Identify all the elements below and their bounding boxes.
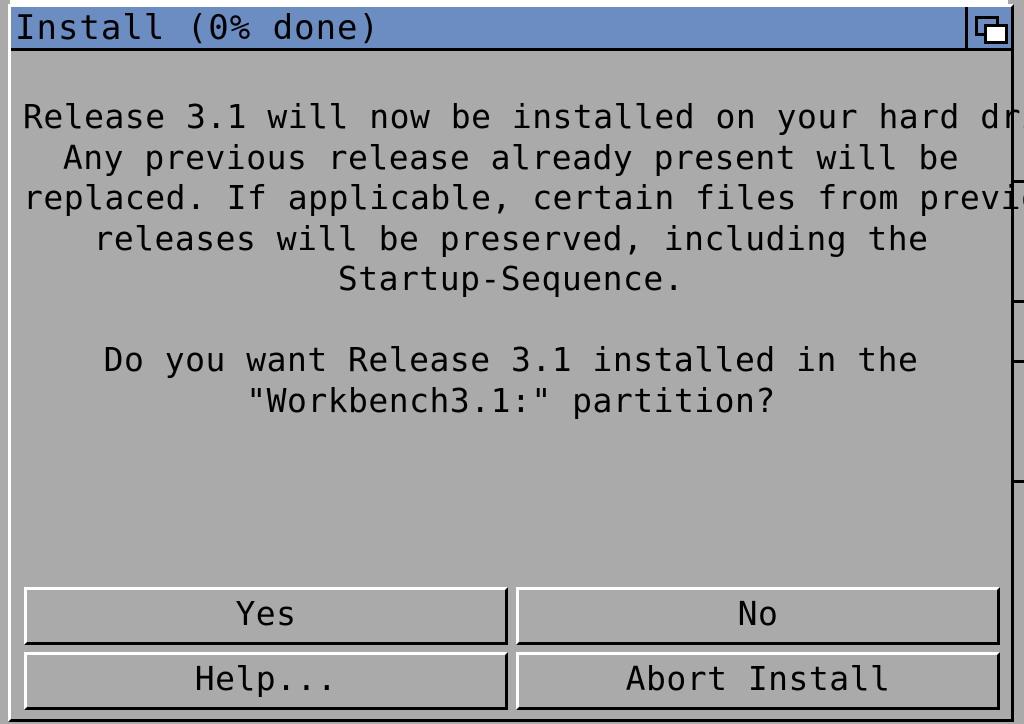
requester-message: Release 3.1 will now be installed on you… [23,97,1024,421]
question-line: Do you want Release 3.1 installed in the [103,340,919,379]
message-line: replaced. If applicable, certain files f… [23,178,1024,217]
message-line: Startup-Sequence. [337,259,685,298]
yes-button[interactable]: Yes [24,587,508,645]
message-spacer [23,300,999,341]
question-line: "Workbench3.1:" partition? [246,380,776,420]
abort-install-button[interactable]: Abort Install [516,652,1000,710]
workbench-screen: Install (0% done) Release 3.1 will now b… [0,0,1024,724]
depth-front-square [984,24,1008,44]
message-line: Release 3.1 will now be installed on you… [23,97,1024,136]
help-button[interactable]: Help... [24,652,508,710]
depth-arrange-icon[interactable] [965,7,1011,48]
window-title: Install (0% done) [15,8,380,48]
message-line: Any previous release already present wil… [62,137,960,177]
install-requester-window: Install (0% done) Release 3.1 will now b… [8,4,1024,722]
title-bar[interactable]: Install (0% done) [11,7,1011,51]
no-button[interactable]: No [516,587,1000,645]
message-line: releases will be preserved, including th… [93,218,929,258]
